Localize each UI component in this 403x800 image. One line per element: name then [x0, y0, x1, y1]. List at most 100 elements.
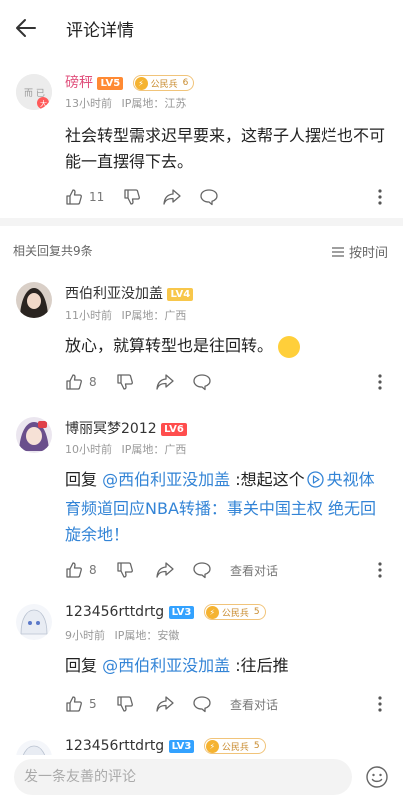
citizen-badge: ⚡ 公民兵 6 [132, 75, 195, 91]
like-count: 8 [89, 563, 97, 577]
reply-button[interactable] [199, 186, 219, 208]
thumb-down-icon [117, 562, 133, 578]
view-conversation-link[interactable]: 查看对话 [230, 562, 278, 579]
dislike-button[interactable] [116, 559, 134, 581]
comment-bubble-icon [200, 189, 218, 206]
thumb-up-icon [66, 374, 82, 390]
thumb-up-icon [66, 696, 82, 712]
comment-bubble-icon [193, 696, 211, 713]
username[interactable]: 博丽冥梦2012 [65, 421, 157, 437]
dislike-button[interactable] [116, 693, 134, 715]
share-button[interactable] [162, 186, 182, 208]
like-button[interactable]: 8 [65, 371, 97, 393]
citizen-badge: ⚡ 公民兵 5 [203, 604, 266, 620]
reply-item: 西伯利亚没加盖 LV4 11小时前 IP属地：广西 放心，就算转型也是往回转。 … [0, 270, 403, 400]
reply-button[interactable] [192, 371, 212, 393]
avatar[interactable] [16, 604, 52, 640]
thumb-down-icon [117, 696, 133, 712]
replies-count: 相关回复共9条 [13, 244, 93, 258]
username[interactable]: 磅秤 [65, 75, 93, 91]
reply-item: 123456rttdrtg LV3 ⚡ 公民兵 5 9小时前 IP属地：安徽 回… [0, 590, 403, 725]
avatar[interactable] [16, 740, 52, 755]
user-mention-link[interactable]: @西伯利亚没加盖 [102, 470, 230, 489]
timestamp: 10小时前 [65, 443, 112, 456]
comment-actions: 8 [65, 371, 387, 393]
comment-text: 回复 @西伯利亚没加盖 :往后推 [65, 656, 289, 675]
comment-bubble-icon [193, 374, 211, 391]
comment-meta: 9小时前 IP属地：安徽 [65, 627, 185, 643]
top-bar: 评论详情 [0, 0, 403, 56]
comment-text: 回复 @西伯利亚没加盖 :想起这个 央视体育频道回应NBA转播：事关中国主权 绝无… [65, 470, 376, 544]
vertical-dots-icon [378, 562, 382, 578]
ip-location: IP属地：广西 [121, 443, 187, 456]
username[interactable]: 123456rttdrtg [65, 738, 164, 754]
share-button[interactable] [155, 559, 175, 581]
embarrassed-emoji: 😳 [278, 335, 301, 358]
reply-item: 123456rttdrtg LV3 ⚡ 公民兵 5 [0, 728, 403, 755]
comment-input[interactable]: 发一条友善的评论 [14, 759, 352, 795]
like-button[interactable]: 5 [65, 693, 97, 715]
list-sort-icon [331, 246, 344, 257]
share-icon [156, 696, 174, 712]
comment-actions: 11 [65, 186, 387, 208]
sort-label: 按时间 [348, 246, 388, 261]
page-title: 评论详情 [66, 20, 134, 41]
more-options-button[interactable] [373, 186, 387, 208]
view-conversation-link[interactable]: 查看对话 [230, 696, 278, 713]
level-badge: LV3 [168, 605, 195, 619]
reply-button[interactable] [192, 693, 212, 715]
level-badge: LV4 [167, 287, 194, 301]
share-icon [156, 562, 174, 578]
vertical-dots-icon [378, 696, 382, 712]
comment-actions: 5 查看对话 [65, 693, 387, 715]
share-icon [163, 189, 181, 205]
avatar[interactable]: 而 已 大 [16, 74, 52, 110]
timestamp: 9小时前 [65, 629, 105, 642]
back-button[interactable] [0, 0, 52, 56]
ip-location: IP属地：江苏 [121, 97, 187, 110]
user-mention-link[interactable]: @西伯利亚没加盖 [102, 656, 230, 675]
timestamp: 11小时前 [65, 309, 112, 322]
lightning-icon: ⚡ [134, 76, 148, 90]
more-options-button[interactable] [373, 559, 387, 581]
emoji-button[interactable] [365, 765, 389, 789]
comment-text: 放心，就算转型也是往回转。 😳 [65, 333, 387, 359]
avatar[interactable] [16, 417, 52, 453]
level-badge: LV5 [97, 76, 124, 90]
ip-location: IP属地：安徽 [114, 629, 180, 642]
comment-actions: 8 查看对话 [65, 559, 387, 581]
timestamp: 13小时前 [65, 97, 112, 110]
comment-meta: 11小时前 IP属地：广西 [65, 307, 192, 323]
lightning-icon: ⚡ [205, 739, 219, 753]
reply-button[interactable] [192, 559, 212, 581]
more-options-button[interactable] [373, 371, 387, 393]
username[interactable]: 123456rttdrtg [65, 604, 164, 620]
thumb-up-icon [66, 189, 82, 205]
vertical-dots-icon [378, 189, 382, 205]
comment-meta: 13小时前 IP属地：江苏 [65, 95, 192, 111]
like-count: 8 [89, 375, 97, 389]
share-button[interactable] [155, 371, 175, 393]
comment-bubble-icon [193, 562, 211, 579]
thumb-down-icon [117, 374, 133, 390]
level-badge: LV6 [161, 422, 187, 436]
more-options-button[interactable] [373, 693, 387, 715]
share-icon [156, 374, 174, 390]
like-button[interactable]: 11 [65, 186, 104, 208]
sort-toggle[interactable]: 按时间 [331, 242, 388, 261]
back-arrow-icon [16, 19, 36, 37]
smiley-icon [366, 766, 388, 788]
username[interactable]: 西伯利亚没加盖 [65, 286, 163, 302]
like-count: 5 [89, 697, 97, 711]
avatar[interactable] [16, 282, 52, 318]
like-button[interactable]: 8 [65, 559, 97, 581]
comment-input-bar: 发一条友善的评论 [0, 755, 403, 800]
replies-header: 相关回复共9条 按时间 [0, 242, 403, 262]
section-divider [0, 218, 403, 226]
share-button[interactable] [155, 693, 175, 715]
comment-meta: 10小时前 IP属地：广西 [65, 441, 192, 457]
play-circle-icon [306, 470, 324, 496]
dislike-button[interactable] [123, 186, 141, 208]
dislike-button[interactable] [116, 371, 134, 393]
citizen-badge: ⚡ 公民兵 5 [203, 738, 266, 754]
